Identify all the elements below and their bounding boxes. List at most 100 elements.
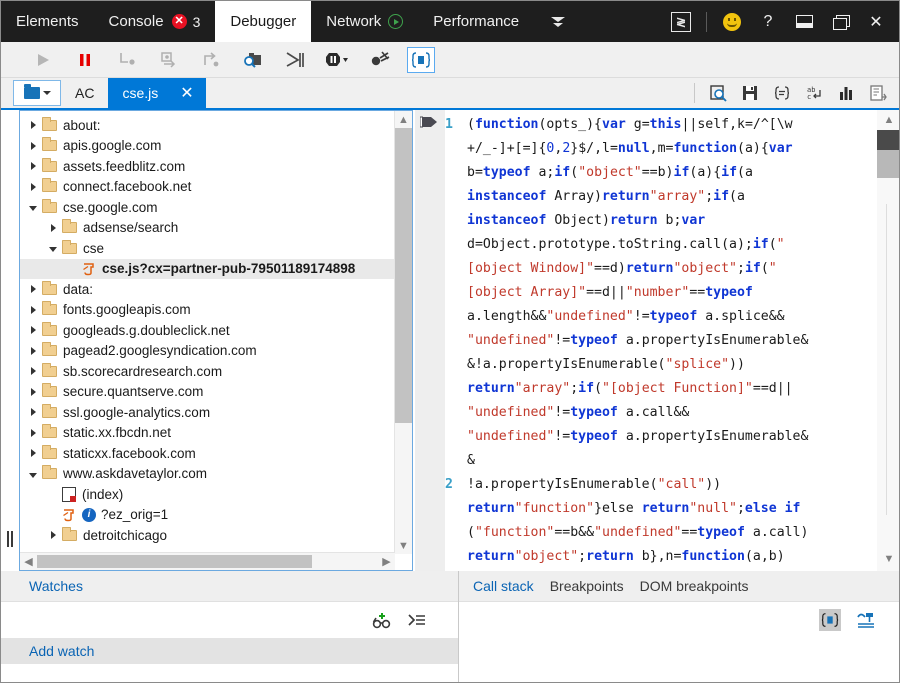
expand-triangle-icon[interactable] — [26, 162, 40, 171]
expand-triangle-icon[interactable] — [26, 121, 40, 130]
code-text[interactable]: 1 (function(opts_){var g=this||self,k=/^[… — [445, 110, 877, 571]
find-in-files-button[interactable] — [707, 82, 729, 104]
expand-triangle-icon[interactable] — [26, 408, 40, 417]
tree-row[interactable]: www.askdavetaylor.com — [20, 464, 395, 485]
close-button[interactable]: ✕ — [859, 1, 893, 42]
source-map-button[interactable] — [867, 82, 889, 104]
scrollbar-thumb-horizontal[interactable] — [37, 555, 312, 568]
tab-network[interactable]: Network — [311, 1, 418, 42]
restore-button[interactable] — [823, 1, 857, 42]
collapse-triangle-icon[interactable] — [46, 244, 60, 253]
help-button[interactable]: ? — [751, 1, 785, 42]
tree-row[interactable]: ssl.google-analytics.com — [20, 402, 395, 423]
continue-button[interactable] — [29, 47, 57, 73]
pane-splitter-handle[interactable] — [5, 528, 14, 550]
collapse-triangle-icon[interactable] — [26, 470, 40, 478]
expand-triangle-icon[interactable] — [26, 326, 40, 335]
code-vertical-scrollbar[interactable]: ▲ ▼ — [877, 110, 899, 571]
close-icon[interactable]: ✕ — [180, 83, 193, 103]
tree-row-label: about: — [63, 117, 101, 133]
scroll-down-arrow-icon[interactable]: ▼ — [877, 550, 899, 567]
tab-overflow-chevron-down-icon[interactable] — [534, 1, 582, 42]
step-into-button[interactable] — [113, 47, 141, 73]
code-token: ; — [705, 189, 714, 204]
tree-row[interactable]: googleads.g.doubleclick.net — [20, 320, 395, 341]
expand-triangle-icon[interactable] — [26, 428, 40, 437]
scroll-down-arrow-icon[interactable]: ▼ — [395, 537, 412, 554]
expand-triangle-icon[interactable] — [46, 223, 60, 232]
file-picker[interactable] — [13, 80, 61, 106]
tree-row[interactable]: cse.google.com — [20, 197, 395, 218]
disable-breakpoints-button[interactable] — [365, 47, 393, 73]
memory-button[interactable] — [835, 82, 857, 104]
scroll-right-arrow-icon[interactable]: ▶ — [378, 555, 395, 568]
tree-row[interactable]: sb.scorecardresearch.com — [20, 361, 395, 382]
expand-triangle-icon[interactable] — [46, 531, 60, 540]
break-on-exceptions-button[interactable] — [323, 47, 351, 73]
async-stack-button[interactable] — [855, 609, 877, 631]
save-button[interactable] — [739, 82, 761, 104]
code-gutter[interactable] — [415, 110, 445, 571]
step-out-button[interactable] — [197, 47, 225, 73]
tree-row[interactable]: cse.js?cx=partner-pub-79501189174898 — [20, 258, 395, 279]
tree-row[interactable]: data: — [20, 279, 395, 300]
scrollbar-thumb[interactable] — [395, 128, 412, 423]
step-over-button[interactable] — [155, 47, 183, 73]
expand-triangle-icon[interactable] — [26, 346, 40, 355]
break-on-new-worker-button[interactable] — [281, 47, 309, 73]
add-watch-button[interactable] — [370, 609, 392, 631]
tree-row[interactable]: static.xx.fbcdn.net — [20, 423, 395, 444]
scroll-left-arrow-icon[interactable]: ◀ — [20, 555, 37, 568]
dock-button[interactable] — [787, 1, 821, 42]
word-wrap-button[interactable]: ab c — [803, 82, 825, 104]
scroll-up-arrow-icon[interactable]: ▲ — [395, 111, 412, 128]
expand-triangle-icon[interactable] — [26, 182, 40, 191]
expand-triangle-icon[interactable] — [26, 387, 40, 396]
tab-breakpoints[interactable]: Breakpoints — [550, 578, 624, 594]
folder-icon — [42, 321, 57, 336]
tree-row[interactable]: connect.facebook.net — [20, 177, 395, 198]
show-library-frames-button[interactable] — [819, 609, 841, 631]
tree-vertical-scrollbar[interactable]: ▲ ▼ — [394, 111, 412, 554]
tree-row[interactable]: i ?ez_orig=1 — [20, 505, 395, 526]
tree-row[interactable]: pagead2.googlesyndication.com — [20, 341, 395, 362]
file-tree[interactable]: about: apis.google.com assets.feedblitz.co… — [20, 111, 395, 554]
tree-row[interactable]: about: — [20, 115, 395, 136]
collapse-triangle-icon[interactable] — [26, 203, 40, 212]
scroll-up-arrow-icon[interactable]: ▲ — [877, 110, 899, 130]
scrollbar-thumb[interactable] — [877, 150, 899, 178]
find-button[interactable] — [239, 47, 267, 73]
expand-triangle-icon[interactable] — [26, 449, 40, 458]
feedback-button[interactable] — [715, 1, 749, 42]
expand-triangle-icon[interactable] — [26, 141, 40, 150]
tab-performance[interactable]: Performance — [418, 1, 534, 42]
pretty-print-button[interactable] — [407, 46, 435, 73]
tab-console[interactable]: Console ✕ 3 — [94, 1, 216, 42]
format-button[interactable] — [771, 82, 793, 104]
break-button[interactable] — [71, 47, 99, 73]
tree-row[interactable]: adsense/search — [20, 218, 395, 239]
tree-row[interactable]: secure.quantserve.com — [20, 382, 395, 403]
tree-row[interactable]: cse — [20, 238, 395, 259]
tree-row[interactable]: apis.google.com — [20, 136, 395, 157]
tree-row[interactable]: fonts.googleapis.com — [20, 300, 395, 321]
open-file-tab-cse-js[interactable]: cse.js ✕ — [108, 78, 206, 108]
collapse-watches-button[interactable] — [406, 609, 428, 631]
expand-triangle-icon[interactable] — [26, 367, 40, 376]
expand-triangle-icon[interactable] — [26, 285, 40, 294]
tab-elements[interactable]: Elements — [1, 1, 94, 42]
console-drawer-button[interactable]: ≷ — [664, 1, 698, 42]
scrollbar-thumb-dark[interactable] — [877, 130, 899, 150]
tree-row[interactable]: detroitchicago — [20, 525, 395, 546]
tree-row[interactable]: staticxx.facebook.com — [20, 443, 395, 464]
tree-horizontal-scrollbar[interactable]: ◀ ▶ — [20, 552, 395, 570]
tab-call-stack[interactable]: Call stack — [473, 578, 534, 594]
tab-debugger[interactable]: Debugger — [215, 1, 312, 42]
add-watch-row[interactable]: Add watch — [1, 638, 458, 664]
tree-row[interactable]: (index) — [20, 484, 395, 505]
expand-triangle-icon[interactable] — [26, 305, 40, 314]
tree-row[interactable]: assets.feedblitz.com — [20, 156, 395, 177]
tab-console-label: Console — [108, 13, 164, 30]
tab-dom-breakpoints[interactable]: DOM breakpoints — [640, 578, 749, 594]
code-token: (a){ — [737, 141, 769, 156]
